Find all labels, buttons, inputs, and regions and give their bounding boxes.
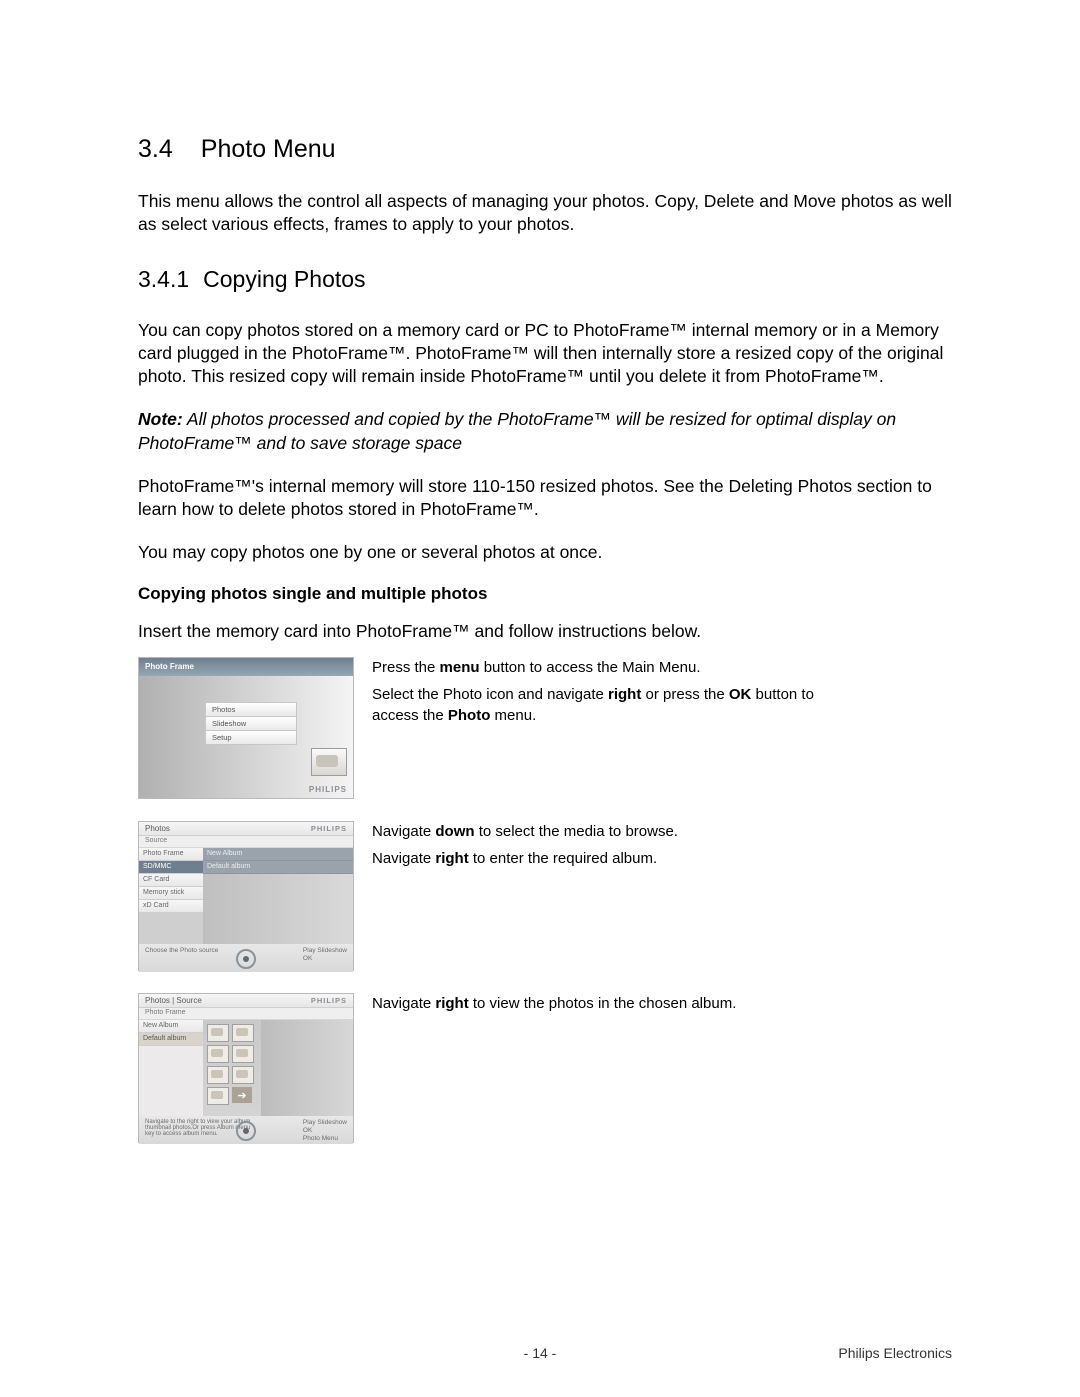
bold-subheading: Copying photos single and multiple photo…	[138, 584, 952, 604]
steps-list: Photo Frame Photos Slideshow Setup PHILI…	[138, 657, 952, 1143]
ui-album-item: New Album	[139, 1020, 203, 1033]
note: Note: All photos processed and copied by…	[138, 408, 952, 454]
step-1: Photo Frame Photos Slideshow Setup PHILI…	[138, 657, 952, 799]
company-name: Philips Electronics	[838, 1345, 952, 1361]
step-3-text: Navigate right to view the photos in the…	[372, 993, 832, 1014]
step-3: Photos | Source PHILIPS Photo Frame New …	[138, 993, 952, 1143]
ui-foot-left: Choose the Photo source	[145, 947, 218, 954]
paragraph-1: You can copy photos stored on a memory c…	[138, 319, 952, 388]
section-number: 3.4	[138, 135, 173, 164]
ui-top: Photos	[145, 824, 170, 833]
ui-source-item: xD Card	[139, 900, 203, 913]
ui-foot-right-2: OK	[303, 955, 347, 963]
note-body: All photos processed and copied by the P…	[138, 409, 896, 452]
note-label: Note:	[138, 409, 183, 429]
ui-source-item: Memory stick	[139, 887, 203, 900]
section-heading: 3.4 Photo Menu	[138, 135, 952, 164]
photo-thumb-icon	[232, 1066, 254, 1084]
ui-foot-right-1: Play Slideshow	[303, 947, 347, 955]
subsection-number: 3.4.1	[138, 266, 189, 293]
ui-top: Photos | Source	[145, 996, 202, 1005]
ui-menu-item: Setup	[205, 730, 297, 745]
ui-menu-item: Photos	[205, 702, 297, 716]
brand-label: PHILIPS	[311, 824, 347, 833]
ui-sub: Source	[139, 836, 353, 848]
step-2-text: Navigate down to select the media to bro…	[372, 821, 832, 869]
paragraph-4: Insert the memory card into PhotoFrame™ …	[138, 620, 952, 643]
dpad-icon	[236, 1121, 256, 1141]
ui-album-item: New Album	[203, 848, 353, 861]
ui-foot-right-2: OK	[303, 1127, 347, 1135]
section-intro: This menu allows the control all aspects…	[138, 190, 952, 236]
ui-foot-right-3: Photo Menu	[303, 1135, 347, 1143]
ui-sub: Photo Frame	[139, 1008, 353, 1020]
subsection-heading: 3.4.1 Copying Photos	[138, 266, 952, 293]
ui-album-item: Default album	[203, 861, 353, 874]
ui-album-item-selected: Default album	[139, 1033, 203, 1046]
ui-source-item: CF Card	[139, 874, 203, 887]
ui-thumbnails: ➔	[203, 1020, 261, 1116]
ui-source-item: Photo Frame	[139, 848, 203, 861]
photo-thumb-icon	[207, 1024, 229, 1042]
paragraph-2: PhotoFrame™'s internal memory will store…	[138, 475, 952, 521]
page-number: - 14 -	[524, 1345, 557, 1361]
photo-thumb-icon	[207, 1045, 229, 1063]
photo-thumb-icon	[232, 1024, 254, 1042]
section-title: Photo Menu	[201, 135, 336, 163]
screenshot-source-select: Photos PHILIPS Source Photo Frame SD/MMC…	[138, 821, 354, 971]
ui-source-item-selected: SD/MMC	[139, 861, 203, 874]
subsection-title: Copying Photos	[203, 266, 365, 292]
dpad-icon	[236, 949, 256, 969]
ui-foot-right-1: Play Slideshow	[303, 1119, 347, 1127]
step-1-text: Press the menu button to access the Main…	[372, 657, 832, 726]
photo-thumb-icon	[311, 748, 347, 776]
brand-label: PHILIPS	[311, 996, 347, 1005]
paragraph-3: You may copy photos one by one or severa…	[138, 541, 952, 564]
ui-header: Photo Frame	[139, 658, 353, 676]
photo-thumb-icon	[232, 1045, 254, 1063]
page-footer: - 14 - Philips Electronics	[0, 1345, 1080, 1361]
screenshot-album-thumbs: Photos | Source PHILIPS Photo Frame New …	[138, 993, 354, 1143]
ui-menu-item: Slideshow	[205, 716, 297, 730]
manual-page: 3.4 Photo Menu This menu allows the contr…	[0, 0, 1080, 1397]
step-2: Photos PHILIPS Source Photo Frame SD/MMC…	[138, 821, 952, 971]
photo-thumb-icon	[207, 1066, 229, 1084]
brand-label: PHILIPS	[309, 785, 347, 794]
arrow-right-icon: ➔	[232, 1087, 252, 1103]
screenshot-main-menu: Photo Frame Photos Slideshow Setup PHILI…	[138, 657, 354, 799]
photo-thumb-icon	[207, 1087, 229, 1105]
